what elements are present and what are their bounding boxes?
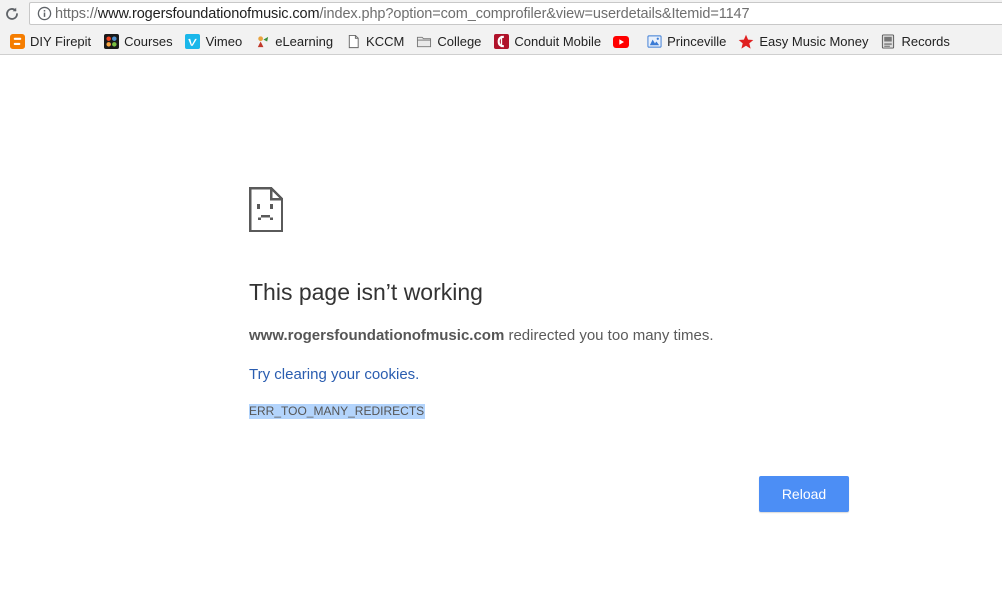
folder-icon (416, 34, 432, 50)
bookmark-youtube[interactable] (613, 31, 634, 53)
bookmark-label: Courses (124, 34, 173, 49)
bookmark-diy-firepit[interactable]: DIY Firepit (9, 31, 91, 53)
bookmark-label: DIY Firepit (30, 34, 92, 49)
bookmark-label: College (437, 34, 482, 49)
sad-page-icon (248, 186, 284, 233)
url-text[interactable]: https://www.rogersfoundationofmusic.com/… (55, 5, 750, 22)
reload-button[interactable]: Reload (759, 476, 849, 512)
error-code: ERR_TOO_MANY_REDIRECTS (249, 404, 426, 419)
elearning-icon (254, 34, 270, 50)
url-path: /index.php?option=com_comprofiler&view=u… (319, 5, 750, 22)
address-bar[interactable]: https://www.rogersfoundationofmusic.com/… (29, 2, 1002, 25)
error-host: www.rogersfoundationofmusic.com (249, 327, 505, 344)
bookmark-label: Easy Music Money (759, 34, 869, 49)
clear-cookies-link[interactable]: Try clearing your cookies. (249, 366, 419, 383)
url-host: www.rogersfoundationofmusic.com (97, 5, 320, 22)
browser-toolbar: https://www.rogersfoundationofmusic.com/… (0, 0, 1002, 29)
bookmark-easy-music-money[interactable]: Easy Music Money (738, 31, 868, 53)
bookmark-records[interactable]: Records (880, 31, 950, 53)
records-icon (880, 34, 896, 50)
bookmarks-bar: DIY Firepit Courses Vimeo eLearning KCCM (0, 29, 1002, 55)
joomla-icon (103, 34, 119, 50)
error-description-suffix: redirected you too many times. (504, 327, 714, 344)
browser-window: https://www.rogersfoundationofmusic.com/… (0, 0, 1002, 615)
bookmark-conduit-mobile[interactable]: Conduit Mobile (493, 31, 601, 53)
bookmark-label: Records (901, 34, 950, 49)
star-icon (738, 34, 754, 50)
bookmark-princeville[interactable]: Princeville (646, 31, 726, 53)
bookmark-label: Princeville (667, 34, 727, 49)
youtube-icon (613, 34, 630, 50)
bookmark-vimeo[interactable]: Vimeo (185, 31, 243, 53)
vimeo-icon (185, 34, 201, 50)
bookmark-courses[interactable]: Courses (103, 31, 173, 53)
conduit-icon (493, 34, 509, 50)
bookmark-elearning[interactable]: eLearning (254, 31, 333, 53)
blogger-icon (9, 34, 25, 50)
info-icon[interactable] (36, 6, 52, 22)
browser-reload-icon[interactable] (2, 4, 22, 24)
princeville-icon (646, 34, 662, 50)
bookmark-label: KCCM (366, 34, 405, 49)
page-icon (345, 34, 361, 50)
bookmark-label: Conduit Mobile (514, 34, 602, 49)
bookmark-label: Vimeo (205, 34, 243, 49)
error-title: This page isn’t working (249, 279, 483, 305)
error-description: www.rogersfoundationofmusic.com redirect… (249, 327, 714, 344)
url-scheme: https:// (55, 5, 98, 22)
bookmark-label: eLearning (275, 34, 334, 49)
bookmark-college[interactable]: College (416, 31, 481, 53)
bookmark-kccm[interactable]: KCCM (345, 31, 404, 53)
